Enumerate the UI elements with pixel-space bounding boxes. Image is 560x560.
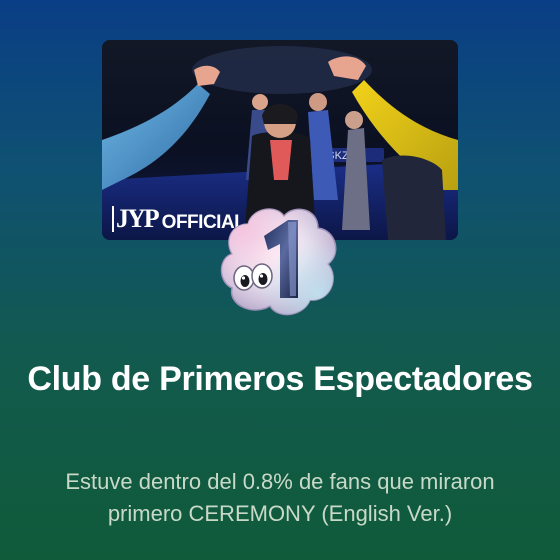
first-viewer-badge-icon — [218, 202, 342, 320]
achievement-description: Estuve dentro del 0.8% de fans que mirar… — [65, 469, 495, 526]
jyp-logo: JYP — [112, 206, 160, 232]
achievement-card: SKZ JYP OFFICIAL Club de Primeros Espect… — [0, 0, 560, 560]
achievement-title: Club de Primeros Espectadores — [27, 360, 533, 398]
